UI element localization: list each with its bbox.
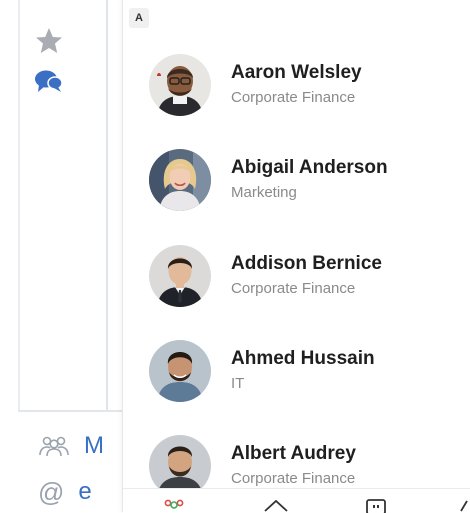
star-icon[interactable] [34, 26, 64, 56]
contact-name: Albert Audrey [231, 443, 356, 464]
contact-department: Marketing [231, 184, 297, 201]
contact-row[interactable]: Aaron Welsley Corporate Finance [149, 45, 459, 125]
avatar [149, 54, 211, 116]
contact-name: Abigail Anderson [231, 157, 388, 178]
chat-icon[interactable] [34, 68, 64, 94]
more-tab-icon[interactable] [459, 497, 470, 513]
avatar [149, 340, 211, 402]
contact-department: Corporate Finance [231, 470, 356, 487]
contacts-panel: A Aaron Welsley Corporate Finance Abigai… [122, 0, 470, 513]
mentions-menu-label: e [78, 478, 92, 505]
people-tab-icon[interactable] [163, 497, 185, 513]
contact-details: Addison Bernice Corporate Finance [231, 252, 382, 300]
contact-name: Addison Bernice [231, 253, 382, 274]
contact-department: Corporate Finance [231, 89, 356, 106]
home-tab-icon[interactable] [263, 497, 289, 513]
contact-details: Albert Audrey Corporate Finance [231, 442, 356, 490]
contact-name: Ahmed Hussain [231, 348, 375, 369]
section-index-letter: A [129, 8, 149, 28]
contact-details: Abigail Anderson Marketing [231, 156, 388, 204]
people-menu-label: M [84, 432, 104, 459]
calendar-tab-icon[interactable] [365, 497, 387, 513]
avatar [149, 149, 211, 211]
bottom-tab-bar [123, 488, 470, 513]
at-icon: @ [38, 477, 65, 507]
background-sidebar [18, 0, 108, 410]
contact-row[interactable]: Abigail Anderson Marketing [149, 140, 459, 220]
sidebar-divider [18, 410, 122, 412]
contact-details: Aaron Welsley Corporate Finance [231, 61, 362, 109]
contact-details: Ahmed Hussain IT [231, 347, 375, 395]
contact-department: IT [231, 375, 245, 392]
people-icon [39, 436, 69, 457]
contact-department: Corporate Finance [231, 280, 356, 297]
avatar [149, 245, 211, 307]
contact-row[interactable]: Addison Bernice Corporate Finance [149, 236, 459, 316]
mentions-menu-item[interactable]: @ e [38, 478, 92, 506]
background-app: M @ e [0, 0, 122, 512]
people-menu-item[interactable]: M [38, 432, 104, 460]
contact-name: Aaron Welsley [231, 62, 362, 83]
contact-row[interactable]: Ahmed Hussain IT [149, 331, 459, 411]
